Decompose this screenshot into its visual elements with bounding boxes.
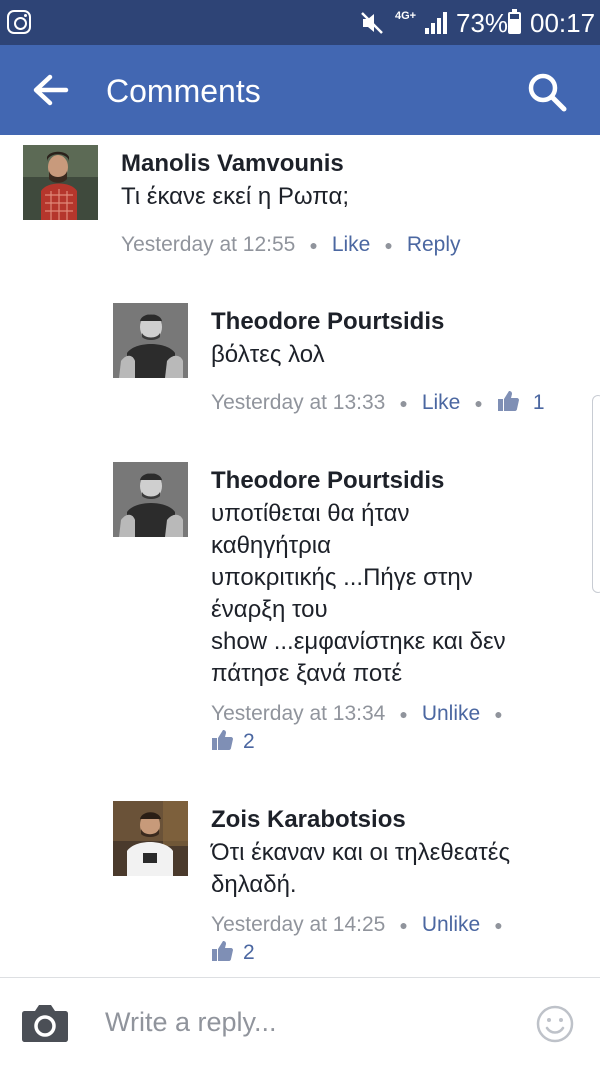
- comment-text: βόλτες λολ: [211, 341, 325, 368]
- unlike-button[interactable]: Unlike: [422, 702, 480, 725]
- reaction-count[interactable]: 1: [533, 391, 545, 414]
- comment-body: Zois Karabotsios Ότι έκαναν και οι τηλεθ…: [211, 801, 517, 967]
- smiley-icon[interactable]: [536, 1005, 574, 1043]
- reaction-count[interactable]: 2: [243, 941, 255, 964]
- comment-text-line: υποκριτικής ...Πήγε στην: [211, 564, 473, 591]
- status-bar: 4G+ 73% 00:17: [0, 0, 600, 45]
- separator-dot: ●: [384, 237, 393, 254]
- comment-reactions: 2: [211, 728, 517, 756]
- app-bar: Comments: [0, 45, 600, 135]
- comment-timestamp: Yesterday at 13:34: [211, 702, 386, 725]
- comment-list[interactable]: Manolis Vamvounis Τι έκανε εκεί η Ρωπα; …: [0, 135, 600, 977]
- page-title: Comments: [106, 73, 261, 109]
- separator-dot: ●: [309, 237, 318, 254]
- comment-text-line: πάτησε ξανά ποτέ: [211, 660, 403, 687]
- comment-text-line: show ...εμφανίστηκε και δεν: [211, 628, 506, 655]
- comment-body: Theodore Pourtsidis βόλτες λολ Yesterday…: [211, 303, 545, 417]
- separator-dot: ●: [399, 395, 408, 412]
- battery-percent: 73%: [456, 8, 509, 38]
- camera-icon[interactable]: [21, 1003, 69, 1043]
- comment-text-line: Ότι έκαναν και οι τηλεθεατές: [211, 839, 511, 866]
- comment-text-line: καθηγήτρια: [211, 532, 331, 559]
- avatar[interactable]: [113, 303, 188, 378]
- clock: 00:17: [530, 8, 596, 38]
- search-icon[interactable]: [526, 71, 568, 113]
- separator-dot: ●: [399, 917, 408, 934]
- comment-meta: Yesterday at 12:55 ● Like ● Reply: [121, 231, 461, 259]
- separator-dot: ●: [494, 706, 503, 723]
- comment-author[interactable]: Manolis Vamvounis: [121, 149, 461, 179]
- arrow-left-icon[interactable]: [30, 72, 70, 108]
- comment-author[interactable]: Theodore Pourtsidis: [211, 466, 517, 496]
- comment-body: Theodore Pourtsidis υποτίθεται θα ήταν κ…: [211, 462, 517, 756]
- comment-body: Manolis Vamvounis Τι έκανε εκεί η Ρωπα; …: [121, 145, 461, 259]
- avatar[interactable]: [113, 801, 188, 876]
- avatar[interactable]: [113, 462, 188, 537]
- reply-bar: [0, 977, 600, 1067]
- instagram-icon: [7, 10, 31, 34]
- scrollbar[interactable]: [592, 395, 600, 593]
- comment-text: Τι έκανε εκεί η Ρωπα;: [121, 183, 349, 210]
- separator-dot: ●: [494, 917, 503, 934]
- comment-reactions: 2: [211, 939, 517, 967]
- thumbs-up-icon: [212, 941, 233, 962]
- separator-dot: ●: [399, 706, 408, 723]
- signal-icon: [425, 12, 447, 34]
- comment-text-line: υποτίθεται θα ήταν: [211, 500, 410, 527]
- network-type: 4G+: [395, 10, 417, 22]
- like-button[interactable]: Like: [332, 233, 371, 256]
- separator-dot: ●: [474, 395, 483, 412]
- comment-meta: Yesterday at 13:33 ● Like ● 1: [211, 389, 545, 417]
- reaction-count[interactable]: 2: [243, 730, 255, 753]
- mute-icon: [361, 12, 383, 34]
- comment-meta: Yesterday at 13:34 ● Unlike ●: [211, 700, 517, 728]
- thumbs-up-icon: [497, 391, 519, 411]
- like-button[interactable]: Like: [422, 391, 461, 414]
- comment-author[interactable]: Theodore Pourtsidis: [211, 307, 545, 337]
- comment-text-line: δηλαδή.: [211, 871, 297, 898]
- comment-meta: Yesterday at 14:25 ● Unlike ●: [211, 911, 517, 939]
- thumbs-up-icon: [212, 730, 233, 751]
- comment-author[interactable]: Zois Karabotsios: [211, 805, 517, 835]
- reply-button[interactable]: Reply: [407, 233, 461, 256]
- battery-icon: [508, 9, 521, 34]
- comment-timestamp: Yesterday at 14:25: [211, 913, 386, 936]
- avatar[interactable]: [23, 145, 98, 220]
- unlike-button[interactable]: Unlike: [422, 913, 480, 936]
- reply-input[interactable]: [105, 1002, 515, 1042]
- comment-timestamp: Yesterday at 12:55: [121, 233, 296, 256]
- comment-timestamp: Yesterday at 13:33: [211, 391, 386, 414]
- comment-text-line: έναρξη του: [211, 596, 328, 623]
